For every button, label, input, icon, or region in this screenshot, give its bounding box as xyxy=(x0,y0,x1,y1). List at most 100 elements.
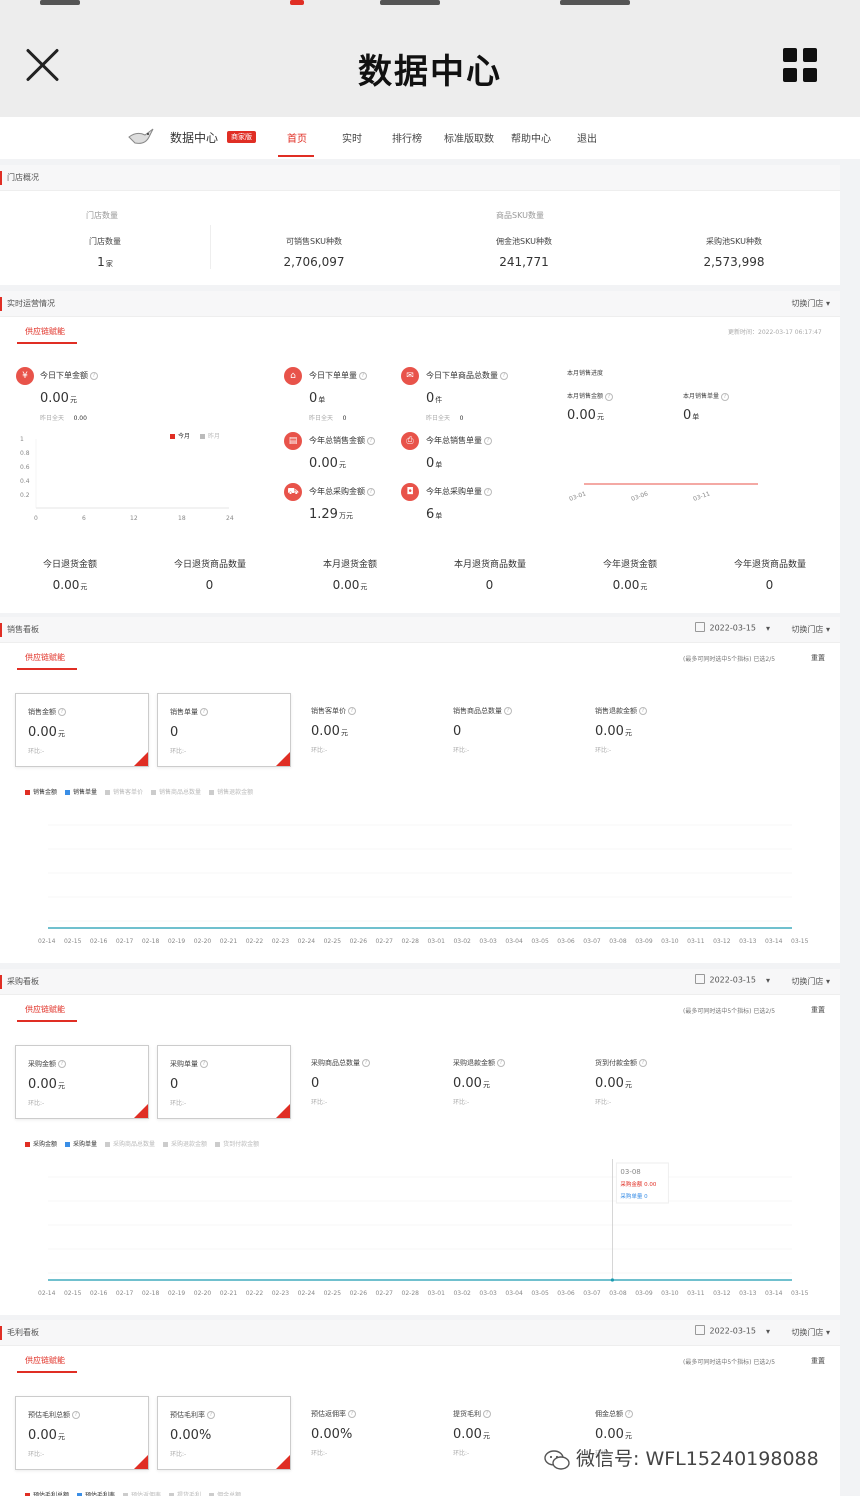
tab-supply-chain[interactable]: 供应链赋能 xyxy=(25,1355,65,1366)
help-icon[interactable]: ? xyxy=(90,371,98,380)
x-tick-label: 02-18 xyxy=(142,938,160,945)
card-compare: 环比:- xyxy=(453,747,470,754)
metric-value: 0件 xyxy=(426,391,443,406)
help-icon[interactable]: ? xyxy=(348,1410,356,1418)
legend-item[interactable]: 采购商品总数量 xyxy=(105,1141,155,1148)
help-icon[interactable]: ? xyxy=(200,708,208,716)
metric-title: 门店数量 xyxy=(89,237,121,246)
help-icon[interactable]: ? xyxy=(200,1060,208,1068)
help-icon[interactable]: ? xyxy=(58,1060,66,1068)
switch-store-dropdown[interactable]: 切换门店 xyxy=(791,1327,830,1338)
reset-button[interactable]: 重置 xyxy=(811,653,825,663)
help-icon[interactable]: ? xyxy=(484,436,492,445)
switch-store-dropdown[interactable]: 切换门店 xyxy=(791,624,830,635)
help-icon[interactable]: ? xyxy=(639,1059,647,1067)
legend-item[interactable]: 预估毛利总额 xyxy=(25,1492,69,1496)
help-icon[interactable]: ? xyxy=(72,1411,80,1419)
help-icon[interactable]: ? xyxy=(58,708,66,716)
tooltip-date: 03-08 xyxy=(620,1168,640,1176)
x-tick-label: 02-26 xyxy=(350,938,368,945)
help-icon[interactable]: ? xyxy=(500,371,508,380)
nav-ranking[interactable]: 排行榜 xyxy=(392,130,422,145)
date-picker[interactable]: 2022-03-15 ▾ xyxy=(695,1325,770,1336)
nav-help-center[interactable]: 帮助中心 xyxy=(511,130,551,145)
legend-item[interactable]: 采购单量 xyxy=(65,1141,97,1148)
x-tick-label: 24 xyxy=(226,515,234,522)
help-icon[interactable]: ? xyxy=(483,1410,491,1418)
metric-card[interactable]: 销售客单价? 0.00元 环比:- xyxy=(299,693,433,767)
help-icon[interactable]: ? xyxy=(207,1411,215,1419)
legend-item[interactable]: 销售退款金额 xyxy=(209,789,253,796)
x-tick-label: 02-25 xyxy=(324,938,342,945)
x-tick-label: 03-09 xyxy=(635,938,653,945)
metric-card[interactable]: 预估返佣率? 0.00% 环比:- xyxy=(299,1396,433,1470)
metric-card[interactable]: 销售退款金额? 0.00元 环比:- xyxy=(583,693,717,767)
help-icon[interactable]: ? xyxy=(359,371,367,380)
legend-item[interactable]: 提货毛利 xyxy=(169,1492,201,1496)
reset-button[interactable]: 重置 xyxy=(811,1356,825,1366)
reset-button[interactable]: 重置 xyxy=(811,1005,825,1015)
nav-brand: 数据中心 xyxy=(170,131,219,145)
legend-item[interactable]: 采购金额 xyxy=(25,1141,57,1148)
metric-card[interactable]: 销售商品总数量? 0 环比:- xyxy=(441,693,575,767)
legend-item[interactable]: 货到付款金额 xyxy=(215,1141,259,1148)
help-icon[interactable]: ? xyxy=(504,707,512,715)
legend-item[interactable]: 销售金额 xyxy=(25,789,57,796)
grid-menu-icon[interactable] xyxy=(783,48,817,82)
switch-store-dropdown[interactable]: 切换门店 xyxy=(791,298,830,309)
x-tick-label: 18 xyxy=(178,515,186,522)
x-tick-label: 02-21 xyxy=(220,938,238,945)
x-tick-label: 02-24 xyxy=(298,1290,316,1297)
legend-item[interactable]: 预估毛利率 xyxy=(77,1492,115,1496)
help-icon[interactable]: ? xyxy=(362,1059,370,1067)
metric-title: 今日下单单量? xyxy=(309,370,367,381)
nav-active-indicator xyxy=(278,155,314,157)
tab-supply-chain[interactable]: 供应链赋能 xyxy=(25,652,65,663)
chart-legend: 销售金额 销售单量 销售客单价 销售商品总数量 销售退款金额 xyxy=(25,787,261,796)
metric-card[interactable]: 销售单量? 0 环比:- xyxy=(157,693,291,767)
metric-card[interactable]: 预估毛利总额? 0.00元 环比:- xyxy=(15,1396,149,1470)
section-header: 实时运营情况 切换门店 xyxy=(0,291,840,317)
wallet-icon: ▤ xyxy=(284,432,302,450)
refund-value: 0.00元 xyxy=(332,578,368,592)
legend-item[interactable]: 佣金总额 xyxy=(209,1492,241,1496)
help-icon[interactable]: ? xyxy=(367,436,375,445)
help-icon[interactable]: ? xyxy=(348,707,356,715)
metric-card[interactable]: 预估毛利率? 0.00% 环比:- xyxy=(157,1396,291,1470)
x-tick-label: 03-06 xyxy=(630,490,649,503)
switch-store-dropdown[interactable]: 切换门店 xyxy=(791,976,830,987)
nav-home[interactable]: 首页 xyxy=(287,130,307,145)
metric-card[interactable]: 采购商品总数量? 0 环比:- xyxy=(299,1045,433,1119)
x-tick-label: 6 xyxy=(82,515,86,522)
legend-item[interactable]: 预估返佣率 xyxy=(123,1492,161,1496)
metric-card[interactable]: 采购退款金额? 0.00元 环比:- xyxy=(441,1045,575,1119)
metric-card[interactable]: 采购单量? 0 环比:- xyxy=(157,1045,291,1119)
legend-item[interactable]: 销售单量 xyxy=(65,789,97,796)
nav-realtime[interactable]: 实时 xyxy=(342,130,362,145)
x-tick-label: 02-27 xyxy=(376,1290,394,1297)
realtime-section: 实时运营情况 切换门店 供应链赋能 更新时间：2022-03-17 06:17:… xyxy=(0,291,840,613)
legend-item[interactable]: 采购退款金额 xyxy=(163,1141,207,1148)
legend-item[interactable]: 销售客单价 xyxy=(105,789,143,796)
nav-standard-data[interactable]: 标准版取数 xyxy=(444,130,494,145)
nav-logout[interactable]: 退出 xyxy=(577,130,597,145)
metric-card[interactable]: 货到付款金额? 0.00元 环比:- xyxy=(583,1045,717,1119)
card-value: 0.00元 xyxy=(595,1427,632,1442)
help-icon[interactable]: ? xyxy=(639,707,647,715)
tab-supply-chain[interactable]: 供应链赋能 xyxy=(25,326,65,337)
selection-hint: (最多可同时选中5个指标) 已选2/5 xyxy=(683,656,776,663)
help-icon[interactable]: ? xyxy=(367,487,375,496)
metric-card[interactable]: 销售金额? 0.00元 环比:- xyxy=(15,693,149,767)
x-tick-label: 03-06 xyxy=(557,938,575,945)
metric-card[interactable]: 采购金额? 0.00元 环比:- xyxy=(15,1045,149,1119)
x-tick-label: 03-14 xyxy=(765,938,783,945)
date-picker[interactable]: 2022-03-15 ▾ xyxy=(695,622,770,633)
help-icon[interactable]: ? xyxy=(497,1059,505,1067)
help-icon[interactable]: ? xyxy=(484,487,492,496)
help-icon[interactable]: ? xyxy=(625,1410,633,1418)
date-picker[interactable]: 2022-03-15 ▾ xyxy=(695,974,770,985)
y-tick-label: 1 xyxy=(20,436,24,443)
legend-item[interactable]: 销售商品总数量 xyxy=(151,789,201,796)
tab-supply-chain[interactable]: 供应链赋能 xyxy=(25,1004,65,1015)
refund-title: 今日退货金额 xyxy=(42,560,97,570)
